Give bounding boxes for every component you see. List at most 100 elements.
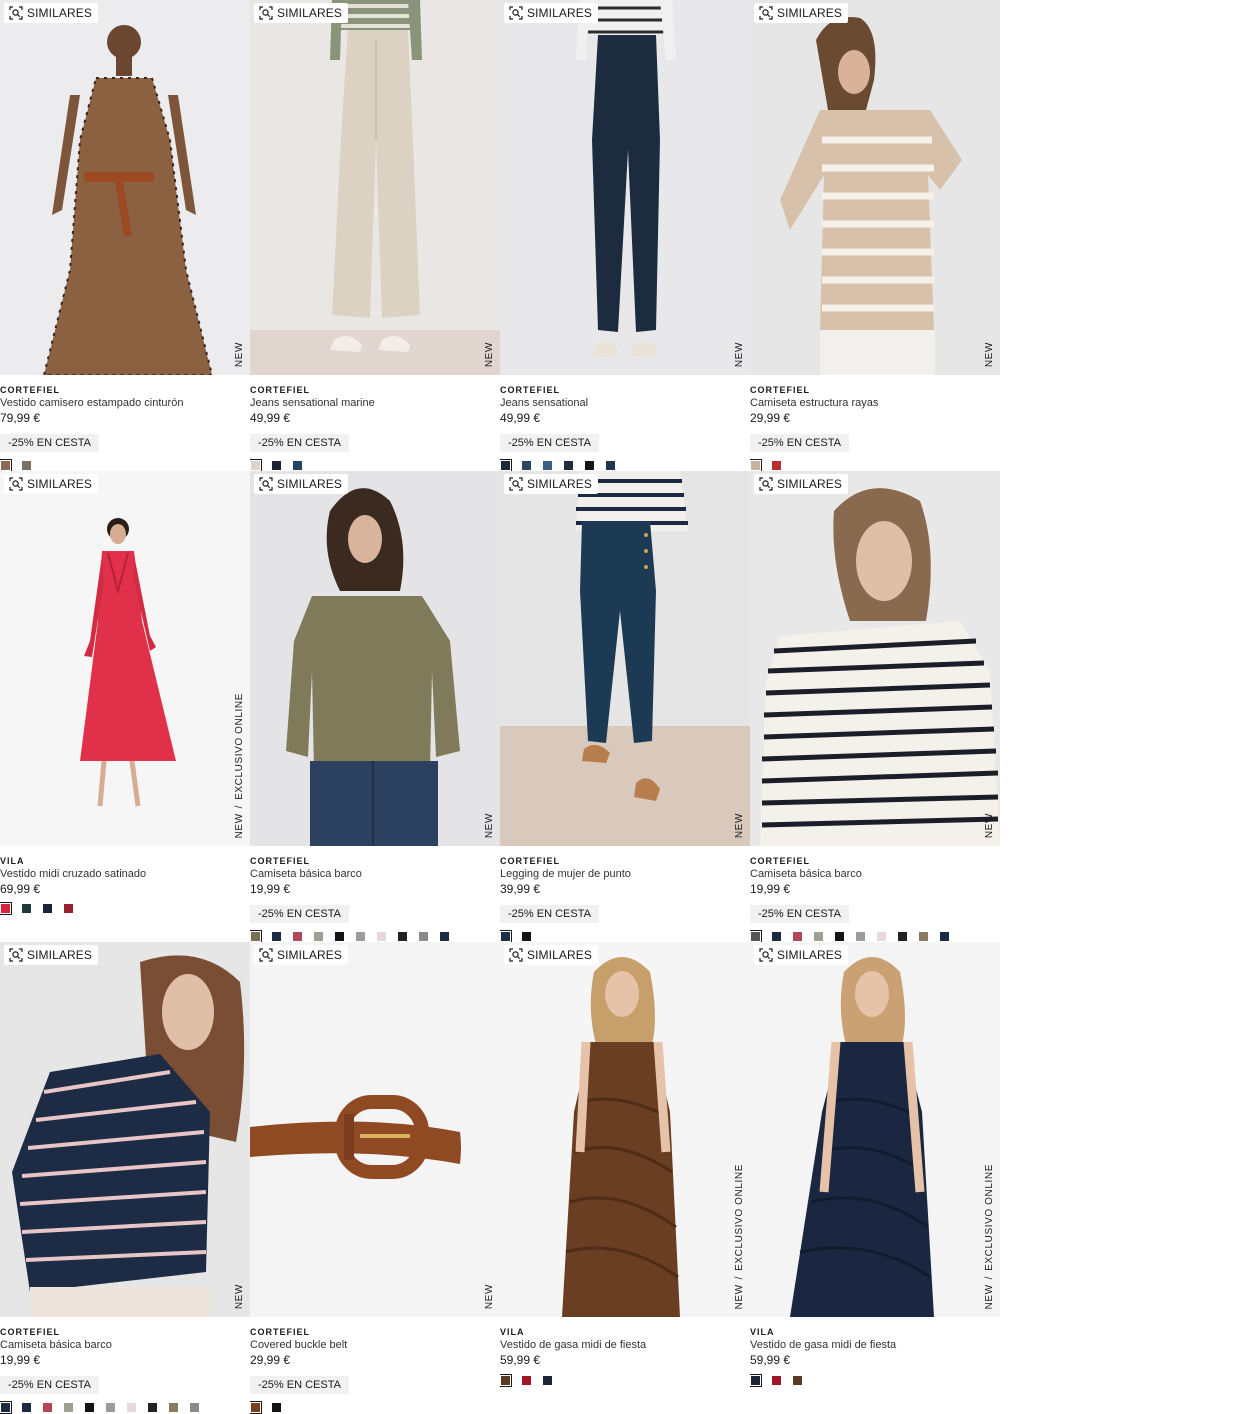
color-swatch[interactable] (292, 930, 303, 942)
color-swatch[interactable] (63, 902, 74, 914)
color-swatch[interactable] (750, 458, 762, 471)
color-swatch[interactable] (792, 1374, 803, 1386)
color-swatch[interactable] (271, 930, 282, 942)
product-image[interactable]: SIMILARES NEW (750, 471, 1000, 846)
product-card[interactable]: SIMILARES NEW CORTEFIEL Vestido camisero… (0, 0, 250, 471)
product-name[interactable]: Camiseta estructura rayas (750, 396, 1000, 411)
product-image[interactable]: SIMILARES NEW (750, 0, 1000, 375)
color-swatch[interactable] (939, 930, 950, 942)
product-name[interactable]: Legging de mujer de punto (500, 867, 750, 882)
color-swatch[interactable] (250, 458, 262, 471)
color-swatch[interactable] (21, 1401, 32, 1413)
product-card[interactable]: SIMILARES NEW CORTEFIEL Covered buckle b… (250, 942, 500, 1414)
color-swatch[interactable] (42, 902, 53, 914)
color-swatch[interactable] (271, 459, 282, 471)
color-swatch[interactable] (271, 1401, 282, 1413)
color-swatch[interactable] (876, 930, 887, 942)
color-swatch[interactable] (771, 459, 782, 471)
product-card[interactable]: SIMILARES NEW CORTEFIEL Camiseta básica … (0, 942, 250, 1414)
similar-button[interactable]: SIMILARES (254, 945, 348, 965)
color-swatch[interactable] (397, 930, 408, 942)
color-swatch[interactable] (355, 930, 366, 942)
color-swatch[interactable] (168, 1401, 179, 1413)
color-swatch[interactable] (771, 930, 782, 942)
product-image[interactable]: SIMILARES NEW (0, 0, 250, 375)
product-card[interactable]: SIMILARES NEW CORTEFIEL Camiseta estruct… (750, 0, 1000, 471)
product-name[interactable]: Vestido de gasa midi de fiesta (500, 1338, 750, 1353)
product-card[interactable]: SIMILARES NEW / EXCLUSIVO ONLINE VILA Vest… (500, 942, 750, 1414)
color-swatch[interactable] (563, 459, 574, 471)
color-swatch[interactable] (0, 901, 12, 915)
product-name[interactable]: Jeans sensational marine (250, 396, 500, 411)
product-image[interactable]: SIMILARES NEW (250, 471, 500, 846)
similar-button[interactable]: SIMILARES (754, 3, 848, 23)
product-name[interactable]: Covered buckle belt (250, 1338, 500, 1353)
product-card[interactable]: SIMILARES NEW / EXCLUSIVO ONLINE VILA Vest… (0, 471, 250, 942)
similar-button[interactable]: SIMILARES (254, 474, 348, 494)
color-swatch[interactable] (250, 929, 262, 942)
color-swatch[interactable] (63, 1401, 74, 1413)
color-swatch[interactable] (250, 1400, 262, 1414)
similar-button[interactable]: SIMILARES (254, 3, 348, 23)
color-swatch[interactable] (334, 930, 345, 942)
color-swatch[interactable] (21, 902, 32, 914)
color-swatch[interactable] (189, 1401, 200, 1413)
color-swatch[interactable] (521, 930, 532, 942)
color-swatch[interactable] (500, 458, 512, 471)
color-swatch[interactable] (313, 930, 324, 942)
color-swatch[interactable] (0, 1400, 12, 1414)
similar-button[interactable]: SIMILARES (504, 474, 598, 494)
color-swatch[interactable] (918, 930, 929, 942)
color-swatch[interactable] (855, 930, 866, 942)
product-image[interactable]: SIMILARES NEW (250, 0, 500, 375)
color-swatch[interactable] (147, 1401, 158, 1413)
product-image[interactable]: SIMILARES NEW (250, 942, 500, 1317)
color-swatch[interactable] (792, 930, 803, 942)
color-swatch[interactable] (521, 1374, 532, 1386)
product-card[interactable]: SIMILARES NEW CORTEFIEL Jeans sensationa… (500, 0, 750, 471)
color-swatch[interactable] (21, 459, 32, 471)
product-name[interactable]: Camiseta básica barco (750, 867, 1000, 882)
product-image[interactable]: SIMILARES NEW (500, 471, 750, 846)
color-swatch[interactable] (84, 1401, 95, 1413)
color-swatch[interactable] (126, 1401, 137, 1413)
color-swatch[interactable] (834, 930, 845, 942)
similar-button[interactable]: SIMILARES (4, 945, 98, 965)
product-image[interactable]: SIMILARES NEW (0, 942, 250, 1317)
similar-button[interactable]: SIMILARES (4, 474, 98, 494)
similar-button[interactable]: SIMILARES (504, 3, 598, 23)
product-card[interactable]: SIMILARES NEW CORTEFIEL Camiseta básica … (250, 471, 500, 942)
color-swatch[interactable] (42, 1401, 53, 1413)
similar-button[interactable]: SIMILARES (754, 945, 848, 965)
color-swatch[interactable] (542, 459, 553, 471)
color-swatch[interactable] (105, 1401, 116, 1413)
product-name[interactable]: Camiseta básica barco (250, 867, 500, 882)
product-image[interactable]: SIMILARES NEW / EXCLUSIVO ONLINE (0, 471, 250, 846)
color-swatch[interactable] (500, 1373, 512, 1387)
color-swatch[interactable] (418, 930, 429, 942)
product-card[interactable]: SIMILARES NEW CORTEFIEL Camiseta básica … (750, 471, 1000, 942)
color-swatch[interactable] (771, 1374, 782, 1386)
similar-button[interactable]: SIMILARES (754, 474, 848, 494)
color-swatch[interactable] (605, 459, 616, 471)
product-image[interactable]: SIMILARES NEW / EXCLUSIVO ONLINE (750, 942, 1000, 1317)
product-card[interactable]: SIMILARES NEW CORTEFIEL Legging de mujer… (500, 471, 750, 942)
similar-button[interactable]: SIMILARES (504, 945, 598, 965)
color-swatch[interactable] (439, 930, 450, 942)
color-swatch[interactable] (750, 1373, 762, 1387)
product-name[interactable]: Vestido camisero estampado cinturón (0, 396, 250, 411)
color-swatch[interactable] (813, 930, 824, 942)
product-image[interactable]: SIMILARES NEW (500, 0, 750, 375)
color-swatch[interactable] (292, 459, 303, 471)
product-card[interactable]: SIMILARES NEW / EXCLUSIVO ONLINE VILA Vest… (750, 942, 1000, 1414)
color-swatch[interactable] (584, 459, 595, 471)
color-swatch[interactable] (542, 1374, 553, 1386)
product-image[interactable]: SIMILARES NEW / EXCLUSIVO ONLINE (500, 942, 750, 1317)
product-name[interactable]: Vestido midi cruzado satinado (0, 867, 250, 882)
product-name[interactable]: Camiseta básica barco (0, 1338, 250, 1353)
color-swatch[interactable] (897, 930, 908, 942)
color-swatch[interactable] (500, 929, 512, 942)
product-name[interactable]: Jeans sensational (500, 396, 750, 411)
product-card[interactable]: SIMILARES NEW CORTEFIEL Jeans sensationa… (250, 0, 500, 471)
color-swatch[interactable] (376, 930, 387, 942)
